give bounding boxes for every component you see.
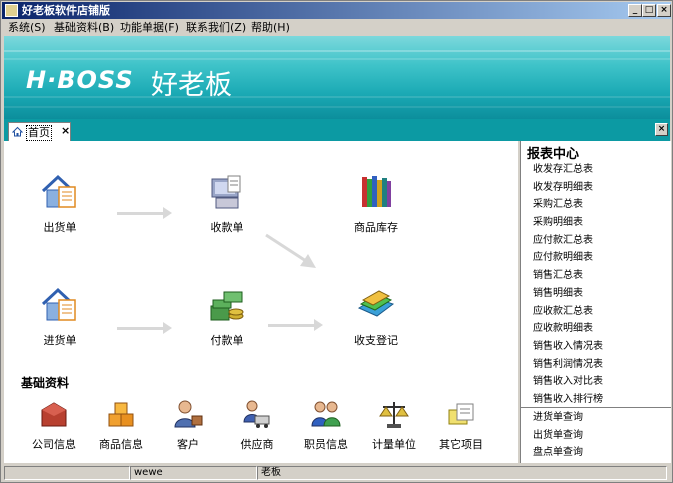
flow-ship-order[interactable]: 出货单 <box>20 173 100 235</box>
report-center-sidebar: 报表中心 收发存汇总表 收发存明细表 采购汇总表 采购明细表 应付款汇总表 应付… <box>520 141 671 463</box>
flow-arrow <box>117 207 172 219</box>
report-link[interactable]: 采购明细表 <box>533 214 603 232</box>
basic-item-label: 其它项目 <box>439 438 483 451</box>
query-link[interactable]: 出货单查询 <box>533 427 583 445</box>
report-link[interactable]: 销售收入情况表 <box>533 338 603 356</box>
flow-payment-label: 付款单 <box>210 334 244 347</box>
basic-item-label: 公司信息 <box>32 438 76 451</box>
menu-basic-data[interactable]: 基础资料(B) <box>54 20 114 35</box>
basic-item-label: 供应商 <box>240 438 274 451</box>
home-panel: 出货单 收款单 商品库存 进货单 付款单 收支登记 基础资料 公司信息 商品信息… <box>4 141 518 463</box>
flow-purchase-order-label: 进货单 <box>43 334 77 347</box>
menu-contact-us[interactable]: 联系我们(Z) <box>186 20 246 35</box>
status-bar: wewe 老板 <box>2 464 671 481</box>
header-banner: H·BOSS 好老板 <box>4 36 670 119</box>
tab-home[interactable]: 首页 × <box>8 122 71 141</box>
menu-documents[interactable]: 功能单据(F) <box>120 20 179 35</box>
basic-item-other[interactable]: 其它项目 <box>426 398 496 452</box>
report-link[interactable]: 应收款汇总表 <box>533 303 603 321</box>
basic-item-company[interactable]: 公司信息 <box>19 398 89 452</box>
flow-inventory[interactable]: 商品库存 <box>336 173 416 235</box>
brand-name: 好老板 <box>151 70 232 101</box>
staff-icon <box>311 401 341 427</box>
panel-close-button[interactable]: × <box>655 123 668 136</box>
flow-ledger[interactable]: 收支登记 <box>336 286 416 348</box>
report-link[interactable]: 应付款明细表 <box>533 249 603 267</box>
query-link[interactable]: 盘点单查询 <box>533 444 583 462</box>
brand-logo-text: H·BOSS <box>26 66 134 94</box>
flow-receipt-label: 收款单 <box>210 221 244 234</box>
report-link[interactable]: 销售明细表 <box>533 285 603 303</box>
basic-item-label: 计量单位 <box>372 438 416 451</box>
books-stack-icon <box>362 176 391 207</box>
menu-help[interactable]: 帮助(H) <box>251 20 290 35</box>
report-link[interactable]: 应付款汇总表 <box>533 232 603 250</box>
report-list: 收发存汇总表 收发存明细表 采购汇总表 采购明细表 应付款汇总表 应付款明细表 … <box>533 161 603 409</box>
house-document-icon <box>41 287 76 321</box>
flow-inventory-label: 商品库存 <box>354 221 398 234</box>
tab-close-icon[interactable]: × <box>61 124 70 137</box>
sidebar-divider <box>521 407 671 408</box>
basic-data-title: 基础资料 <box>21 376 70 390</box>
flow-ledger-label: 收支登记 <box>354 334 398 347</box>
building-icon <box>41 402 67 427</box>
close-button[interactable]: × <box>657 4 671 17</box>
basic-item-products[interactable]: 商品信息 <box>86 398 156 452</box>
flow-payment[interactable]: 付款单 <box>187 286 267 348</box>
report-center-title: 报表中心 <box>527 147 580 162</box>
folders-icon <box>357 290 395 317</box>
tab-home-label: 首页 <box>26 125 52 141</box>
flow-purchase-order[interactable]: 进货单 <box>20 286 100 348</box>
report-link[interactable]: 销售收入对比表 <box>533 373 603 391</box>
report-link[interactable]: 采购汇总表 <box>533 196 603 214</box>
flow-receipt[interactable]: 收款单 <box>187 173 267 235</box>
status-role: 老板 <box>257 466 667 480</box>
supplier-truck-icon <box>243 400 270 428</box>
status-user: wewe <box>130 466 257 480</box>
basic-item-units[interactable]: 计量单位 <box>359 398 429 452</box>
window-title: 好老板软件店铺版 <box>22 4 110 17</box>
basic-item-label: 职员信息 <box>304 438 348 451</box>
report-link[interactable]: 收发存明细表 <box>533 179 603 197</box>
menu-bar: 系统(S) 基础资料(B) 功能单据(F) 联系我们(Z) 帮助(H) <box>2 19 671 36</box>
tab-strip: 首页 × <box>4 119 670 141</box>
flow-ship-order-label: 出货单 <box>43 221 77 234</box>
scale-icon <box>379 402 409 428</box>
house-document-icon <box>41 174 76 208</box>
menu-system[interactable]: 系统(S) <box>8 20 46 35</box>
boxes-icon <box>108 402 134 427</box>
report-link[interactable]: 销售汇总表 <box>533 267 603 285</box>
home-icon <box>12 126 23 137</box>
flow-arrow <box>268 319 323 331</box>
basic-item-label: 客户 <box>177 438 199 451</box>
title-bar: 好老板软件店铺版 _ □ × <box>2 2 671 19</box>
computer-receipt-icon <box>211 175 241 209</box>
flow-arrow-diagonal <box>265 233 316 268</box>
basic-item-suppliers[interactable]: 供应商 <box>222 398 292 452</box>
application-window: 好老板软件店铺版 _ □ × 系统(S) 基础资料(B) 功能单据(F) 联系我… <box>0 0 673 483</box>
money-stack-icon <box>210 291 244 321</box>
report-link[interactable]: 销售利润情况表 <box>533 356 603 374</box>
minimize-button[interactable]: _ <box>628 4 642 17</box>
report-link[interactable]: 收发存汇总表 <box>533 161 603 179</box>
misc-items-icon <box>448 403 474 425</box>
query-list: 进货单查询 出货单查询 盘点单查询 <box>533 409 583 462</box>
customer-icon <box>174 400 203 428</box>
app-icon <box>5 4 18 17</box>
report-link[interactable]: 应收款明细表 <box>533 320 603 338</box>
report-link[interactable]: 销售收入排行榜 <box>533 391 603 409</box>
basic-item-customers[interactable]: 客户 <box>153 398 223 452</box>
basic-item-label: 商品信息 <box>99 438 143 451</box>
status-panel <box>4 466 130 480</box>
query-link[interactable]: 进货单查询 <box>533 409 583 427</box>
maximize-button[interactable]: □ <box>642 4 656 17</box>
basic-item-staff[interactable]: 职员信息 <box>291 398 361 452</box>
flow-arrow <box>117 322 172 334</box>
